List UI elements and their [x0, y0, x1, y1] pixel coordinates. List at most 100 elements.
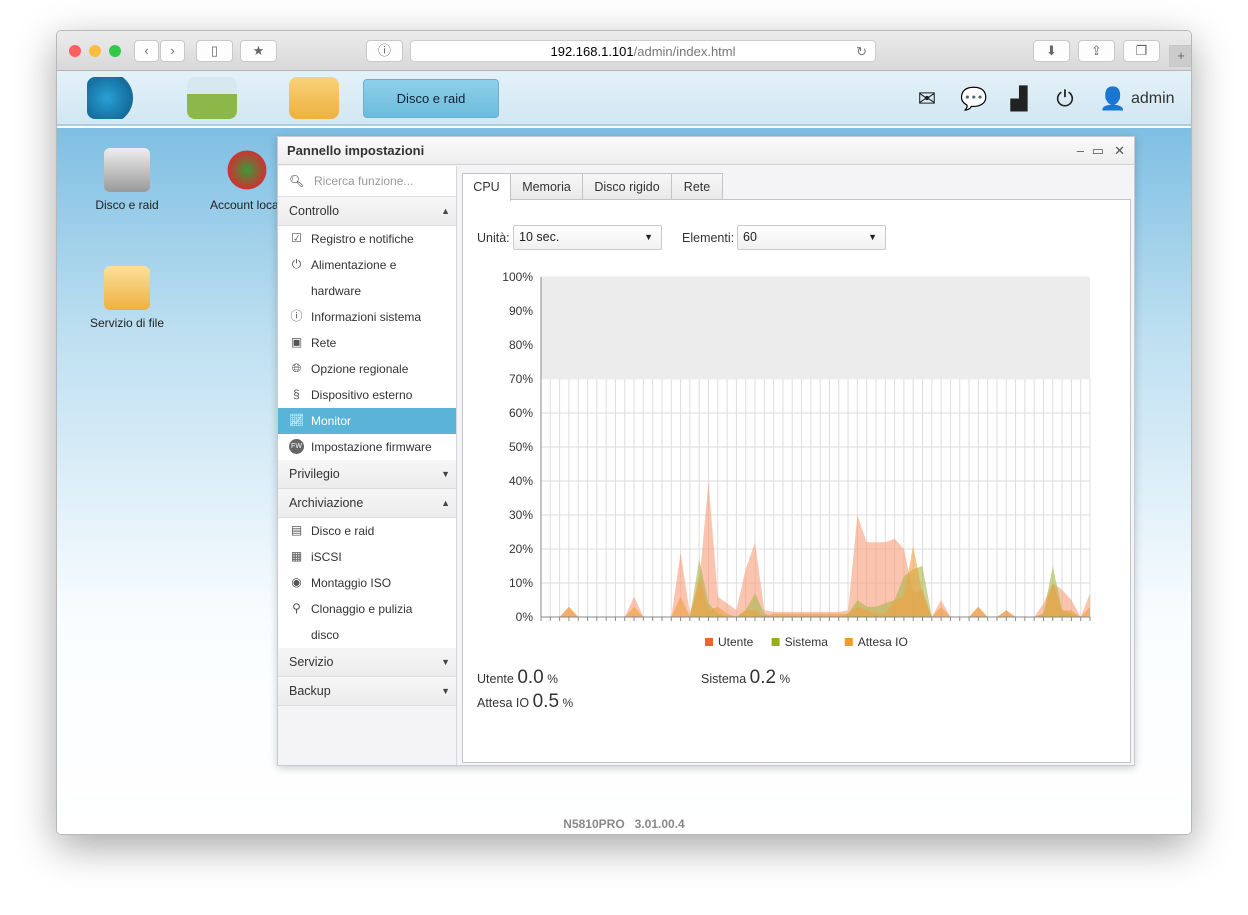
settings-panel: Pannello impostazioni – ▭ ✕ 🔍︎ Ricerca fu…	[277, 136, 1135, 766]
sidebar-item-iscsi[interactable]: ▦ iSCSI	[278, 544, 456, 570]
folder-icon	[104, 266, 150, 310]
user-name[interactable]: admin	[1131, 90, 1175, 108]
tab-cpu[interactable]: CPU	[462, 173, 511, 201]
desktop-icon-label: Account locali	[209, 198, 285, 212]
area-attesa-io	[541, 545, 1090, 617]
sidebar-item-informazioni[interactable]: ⓘ Informazioni sistema	[278, 304, 456, 330]
legend-label: Attesa IO	[858, 635, 908, 649]
sidebar-item-firmware[interactable]: FW Impostazione firmware	[278, 434, 456, 460]
sidebar-item-disco-raid[interactable]: ▤ Disco e raid	[278, 518, 456, 544]
desktop: Disco e raid Account locali Servizio di …	[57, 128, 1191, 834]
y-tick-label: 20%	[509, 542, 533, 556]
y-tick-label: 30%	[509, 508, 533, 522]
sidebar-item-alimentazione-cont[interactable]: hardware	[278, 278, 456, 304]
legend-swatch	[705, 638, 713, 646]
sidebar-icon[interactable]: ▯	[196, 40, 233, 62]
tab-bar: CPU Memoria Disco rigido Rete	[462, 173, 1131, 201]
url-host: 192.168.1.101	[550, 44, 634, 59]
sidebar-item-clonaggio[interactable]: ⚲ Clonaggio e pulizia	[278, 596, 456, 622]
disc-icon: ◉	[291, 575, 302, 589]
legend-label: Sistema	[785, 635, 829, 649]
cloud-app-icon[interactable]	[87, 77, 137, 119]
network-icon: ▣	[290, 335, 303, 349]
search-input[interactable]: 🔍︎ Ricerca funzione...	[278, 166, 456, 197]
sidebar-item-alimentazione[interactable]: ⏻ Alimentazione e	[278, 252, 456, 278]
usb-icon: §	[293, 387, 300, 401]
browser-titlebar: ‹ › ▯ ★ ⓘ 192.168.1.101/admin/index.html…	[57, 31, 1191, 71]
section-controllo[interactable]: Controllo ▲	[278, 197, 456, 226]
elements-label: Elementi:	[682, 231, 735, 245]
reload-icon[interactable]: ↻	[856, 41, 867, 62]
section-servizio[interactable]: Servizio ▼	[278, 648, 456, 677]
tabs-icon[interactable]: ❐	[1123, 40, 1160, 62]
downloads-icon[interactable]: ⬇	[1033, 40, 1070, 62]
collapse-icon: ▲	[441, 206, 450, 216]
desktop-icon-file-service[interactable]: Servizio di file	[82, 266, 172, 330]
section-privilegio[interactable]: Privilegio ▼	[278, 460, 456, 489]
forward-icon[interactable]: ›	[160, 40, 185, 62]
collapse-icon: ▲	[441, 498, 450, 508]
zoom-window-button[interactable]	[109, 45, 121, 57]
user-icon[interactable]: 👤	[1099, 86, 1126, 112]
unit-select[interactable]: 10 sec. ▼	[513, 225, 662, 250]
storage-icon	[104, 148, 150, 192]
y-tick-label: 0%	[516, 610, 534, 624]
y-tick-label: 70%	[509, 372, 533, 386]
power-icon[interactable]: ⏻	[1052, 86, 1078, 112]
sidebar-item-clonaggio-cont[interactable]: disco	[278, 622, 456, 648]
reader-icon[interactable]: ⓘ	[366, 40, 403, 62]
section-archiviazione[interactable]: Archiviazione ▲	[278, 489, 456, 518]
expand-icon: ▼	[441, 686, 450, 696]
stat-utente: Utente 0.0 %	[477, 667, 558, 688]
share-icon[interactable]: ⇪	[1078, 40, 1115, 62]
sidebar-item-monitor[interactable]: 📈︎ Monitor	[278, 408, 456, 434]
desktop-icon-label: Disco e raid	[95, 198, 159, 212]
chat-icon[interactable]: 💬	[960, 86, 987, 112]
cpu-chart: 0% 10% 20% 30% 40% 50% 60% 70% 80% 90% 100% Utente S…	[502, 270, 1091, 649]
app-center-icon[interactable]	[187, 77, 237, 119]
minimize-icon[interactable]: –	[1077, 137, 1084, 165]
sidebar-item-registro[interactable]: ☑ Registro e notifiche	[278, 226, 456, 252]
tab-rete[interactable]: Rete	[671, 173, 723, 200]
chevron-down-icon: ▼	[868, 232, 877, 242]
section-backup[interactable]: Backup ▼	[278, 677, 456, 706]
version-number: 3.01.00.4	[634, 817, 685, 831]
bookmarks-icon[interactable]: ★	[240, 40, 277, 62]
close-window-button[interactable]	[69, 45, 81, 57]
y-tick-label: 40%	[509, 474, 533, 488]
close-icon[interactable]: ✕	[1114, 137, 1125, 165]
tab-memoria[interactable]: Memoria	[510, 173, 583, 200]
y-tick-label: 80%	[509, 338, 533, 352]
sidebar-item-iso[interactable]: ◉ Montaggio ISO	[278, 570, 456, 596]
sidebar-item-dispositivo[interactable]: § Dispositivo esterno	[278, 382, 456, 408]
stat-attesa-io: Attesa IO 0.5 %	[477, 691, 574, 712]
desktop-icon-label: Servizio di file	[89, 316, 165, 330]
network-monitor-icon[interactable]: ▟	[1006, 86, 1032, 112]
legend-swatch	[844, 638, 853, 646]
url-path: /admin/index.html	[633, 44, 736, 59]
search-icon: 🔍︎	[289, 174, 305, 188]
new-tab-icon[interactable]: +	[1169, 45, 1191, 67]
y-tick-label: 100%	[502, 270, 533, 284]
clipboard-icon: ☑	[291, 231, 302, 245]
sidebar-item-regionale[interactable]: 🌐︎ Opzione regionale	[278, 356, 456, 382]
minimize-window-button[interactable]	[89, 45, 101, 57]
elements-select[interactable]: 60 ▼	[737, 225, 886, 250]
globe-icon: 🌐︎	[291, 361, 302, 375]
mail-icon[interactable]: ✉	[914, 86, 940, 112]
expand-icon: ▼	[441, 657, 450, 667]
desktop-icon-disco[interactable]: Disco e raid	[82, 148, 172, 212]
model-name: N5810PRO	[563, 817, 625, 831]
y-tick-label: 50%	[509, 440, 533, 454]
back-icon[interactable]: ‹	[134, 40, 159, 62]
y-tick-label: 90%	[509, 304, 533, 318]
address-bar[interactable]: 192.168.1.101/admin/index.html ↻	[410, 40, 876, 62]
chevron-down-icon: ▼	[644, 232, 653, 242]
maximize-icon[interactable]: ▭	[1092, 137, 1104, 165]
sidebar-item-rete[interactable]: ▣ Rete	[278, 330, 456, 356]
file-manager-icon[interactable]	[289, 77, 339, 119]
tab-disco-rigido[interactable]: Disco rigido	[582, 173, 672, 200]
firmware-icon: FW	[289, 439, 304, 454]
browser-window: ‹ › ▯ ★ ⓘ 192.168.1.101/admin/index.html…	[56, 30, 1192, 835]
active-app-tab[interactable]: Disco e raid	[363, 79, 499, 118]
